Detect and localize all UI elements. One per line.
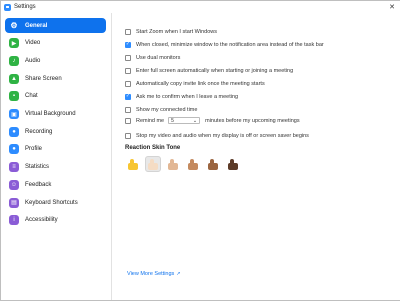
thumbs-up-icon: [208, 158, 218, 170]
person-background-icon: ▣: [9, 109, 19, 119]
sidebar-item-general[interactable]: ⚙ General: [5, 18, 106, 33]
sidebar-item-virtual-background[interactable]: ▣ Virtual Background: [5, 107, 106, 122]
option-row: Automatically copy invite link once the …: [125, 79, 265, 88]
skin-tone-title: Reaction Skin Tone: [125, 145, 181, 151]
share-screen-icon: ▲: [9, 73, 19, 84]
sidebar-item-accessibility[interactable]: i Accessibility: [5, 213, 106, 228]
sidebar-item-label: Profile: [25, 146, 43, 153]
remind-minutes-select[interactable]: 5 ⌄: [168, 117, 201, 124]
chat-bubble-icon: ▪: [9, 91, 19, 102]
skin-tone-dark[interactable]: [225, 156, 241, 172]
sidebar-item-share-screen[interactable]: ▲ Share Screen: [5, 71, 106, 86]
sidebar: ⚙ General ▶ Video ♪ Audio ▲ Share Screen ▪ Chat ▣ V…: [1, 13, 112, 300]
sidebar-item-label: Statistics: [25, 164, 50, 171]
sidebar-item-label: Audio: [25, 57, 41, 64]
sidebar-item-label: Keyboard Shortcuts: [25, 199, 78, 206]
option-label: Enter full screen automatically when sta…: [136, 67, 294, 74]
sidebar-item-keyboard-shortcuts[interactable]: ▤ Keyboard Shortcuts: [5, 195, 106, 210]
option-row: Remind me 5 ⌄ minutes before my upcoming me…: [125, 116, 300, 125]
sidebar-item-chat[interactable]: ▪ Chat: [5, 89, 106, 104]
option-row: Use dual monitors: [125, 53, 180, 62]
sidebar-item-video[interactable]: ▶ Video: [5, 36, 106, 51]
option-checkbox[interactable]: [125, 54, 131, 61]
option-checkbox[interactable]: [125, 41, 131, 48]
option-label: Ask me to confirm when I leave a meeting: [136, 93, 239, 100]
sidebar-item-audio[interactable]: ♪ Audio: [5, 53, 106, 68]
statistics-icon: ≡: [9, 162, 19, 173]
general-settings-panel: Start Zoom when I start Windows When clos…: [111, 13, 400, 300]
feedback-icon: ☺: [9, 179, 19, 190]
sidebar-item-feedback[interactable]: ☺ Feedback: [5, 177, 106, 192]
option-label: Use dual monitors: [136, 54, 181, 61]
sidebar-item-label: Chat: [25, 93, 38, 100]
remind-minutes-value: 5: [171, 117, 174, 124]
settings-window: Settings ✕ ⚙ General ▶ Video ♪ Audio ▲ Share Sc…: [0, 0, 400, 301]
option-row: Enter full screen automatically when sta…: [125, 66, 293, 75]
option-label: Start Zoom when I start Windows: [136, 28, 217, 35]
video-camera-icon: ▶: [9, 38, 19, 49]
option-checkbox[interactable]: [125, 93, 131, 100]
option-label: Stop my video and audio when my display …: [136, 132, 309, 139]
external-link-icon: ↗: [176, 271, 181, 277]
skin-tone-picker: [125, 156, 245, 172]
thumbs-up-icon: [228, 158, 238, 170]
thumbs-up-icon: [128, 158, 138, 170]
option-checkbox[interactable]: [125, 28, 131, 35]
option-checkbox[interactable]: [125, 106, 131, 113]
sidebar-item-label: Recording: [25, 128, 53, 135]
option-label: Show my connected time: [136, 106, 198, 113]
skin-tone-medium-light[interactable]: [165, 156, 181, 172]
sidebar-item-label: General: [25, 22, 48, 29]
option-row: Show my connected time: [125, 105, 197, 114]
sidebar-item-statistics[interactable]: ≡ Statistics: [5, 160, 106, 175]
headphones-icon: ♪: [9, 55, 19, 66]
close-icon[interactable]: ✕: [384, 1, 400, 13]
option-row: Stop my video and audio when my display …: [125, 131, 309, 140]
skin-tone-medium-dark[interactable]: [205, 156, 221, 172]
window-title: Settings: [14, 4, 36, 10]
gear-icon: ⚙: [10, 21, 18, 30]
option-checkbox[interactable]: [125, 80, 131, 87]
option-checkbox[interactable]: [125, 117, 131, 124]
remind-label: Remind me: [136, 117, 165, 124]
record-icon: ●: [9, 126, 19, 137]
keyboard-icon: ▤: [9, 197, 19, 208]
option-row: When closed, minimize window to the noti…: [125, 40, 324, 49]
option-label: Automatically copy invite link once the …: [136, 80, 265, 87]
thumbs-up-icon: [188, 158, 198, 170]
thumbs-up-icon: [168, 158, 178, 170]
sidebar-item-profile[interactable]: ● Profile: [5, 142, 106, 157]
person-icon: ●: [9, 144, 19, 155]
skin-tone-medium[interactable]: [185, 156, 201, 172]
accessibility-icon: i: [9, 215, 19, 226]
sidebar-item-label: Share Screen: [25, 75, 62, 82]
zoom-app-icon: [4, 3, 11, 11]
sidebar-item-label: Video: [25, 40, 41, 47]
option-row: Ask me to confirm when I leave a meeting: [125, 92, 238, 101]
sidebar-item-label: Feedback: [25, 181, 52, 188]
skin-tone-default[interactable]: [125, 156, 141, 172]
view-more-settings-link[interactable]: View More Settings ↗: [127, 271, 181, 277]
option-row: Start Zoom when I start Windows: [125, 27, 217, 36]
chevron-down-icon: ⌄: [192, 117, 198, 124]
title-bar: Settings ✕: [1, 1, 400, 13]
skin-tone-light[interactable]: [145, 156, 161, 172]
sidebar-item-label: Accessibility: [25, 217, 58, 224]
option-checkbox[interactable]: [125, 67, 131, 74]
sidebar-item-label: Virtual Background: [25, 111, 76, 117]
thumbs-up-icon: [148, 158, 158, 170]
remind-suffix-label: minutes before my upcoming meetings: [205, 117, 300, 124]
view-more-label: View More Settings: [127, 271, 175, 277]
sidebar-item-recording[interactable]: ● Recording: [5, 124, 106, 139]
window-controls: ✕: [384, 1, 400, 13]
option-checkbox[interactable]: [125, 132, 131, 139]
option-label: When closed, minimize window to the noti…: [136, 41, 324, 48]
